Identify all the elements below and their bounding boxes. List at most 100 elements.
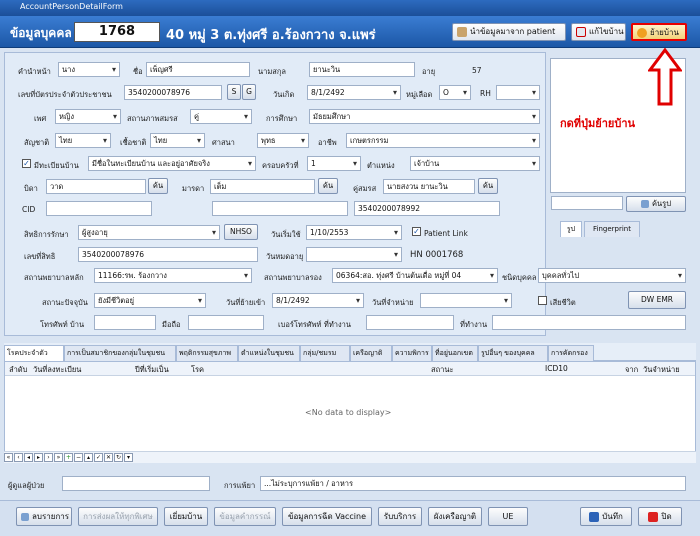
tab-group[interactable]: กลุ่ม/ชมรม: [300, 345, 350, 361]
use-date-input[interactable]: 1/10/2553: [306, 225, 402, 240]
dead-checkbox[interactable]: [538, 296, 547, 305]
discharge-date-input[interactable]: [420, 293, 512, 308]
tab-chronic[interactable]: โรคประจำตัว: [4, 345, 64, 362]
home-visit-button[interactable]: เยี่ยมบ้าน: [164, 507, 208, 526]
rh-select[interactable]: [496, 85, 540, 100]
first-page-icon[interactable]: «: [4, 453, 13, 462]
dob-input[interactable]: 8/1/2492: [307, 85, 401, 100]
filter-icon[interactable]: ▾: [124, 453, 133, 462]
tab-health-behavior[interactable]: พฤติกรรมสุขภาพ: [176, 345, 238, 361]
nhso-button[interactable]: NHSO: [224, 224, 258, 240]
right-select[interactable]: ผู้สูงอายุ: [78, 225, 220, 240]
right-no-input[interactable]: 3540200078976: [78, 247, 258, 262]
add-icon[interactable]: +: [64, 453, 73, 462]
page-title: ข้อมูลบุคคล: [10, 26, 72, 40]
father-input[interactable]: วาด: [46, 179, 146, 194]
last-name-input[interactable]: ยานะวิน: [309, 62, 415, 77]
religion-select[interactable]: พุทธ: [257, 133, 309, 148]
col-status: สถานะ: [431, 365, 454, 374]
import-patient-button[interactable]: นำข้อมูลมาจาก patient: [452, 23, 566, 41]
mother-cid-input[interactable]: [212, 201, 348, 216]
sex-select[interactable]: หญิง: [55, 109, 121, 124]
tab-screening[interactable]: การคัดกรอง: [548, 345, 594, 361]
prefix-select[interactable]: นาง: [58, 62, 120, 77]
race-select[interactable]: ไทย: [150, 133, 205, 148]
mobile-label: มือถือ: [162, 320, 181, 329]
house-reg-checkbox[interactable]: ✓: [22, 159, 31, 168]
remove-icon[interactable]: −: [74, 453, 83, 462]
blood-select[interactable]: O: [439, 85, 471, 100]
save-button[interactable]: บันทึก: [580, 507, 632, 526]
nationality-select[interactable]: ไทย: [55, 133, 111, 148]
tab-photo[interactable]: รูป: [560, 221, 582, 237]
photo-path-input[interactable]: [551, 196, 623, 210]
tab-outside-address[interactable]: ที่อยู่นอกเขต: [432, 345, 478, 361]
tab-relatives[interactable]: เครือญาติ: [350, 345, 392, 361]
send-result-button[interactable]: การส่งผลให้ทุกพิเศษ: [78, 507, 158, 526]
refresh-icon[interactable]: ↻: [114, 453, 123, 462]
lname-label: นามสกุล: [258, 67, 286, 76]
s-button[interactable]: S: [227, 84, 241, 100]
cancel-icon[interactable]: ✕: [104, 453, 113, 462]
tab-other-photos[interactable]: รูปอื่นๆ ของบุคคล: [478, 345, 548, 361]
cid-input[interactable]: 3540200078976: [124, 85, 222, 100]
last-page-icon[interactable]: »: [54, 453, 63, 462]
delete-button[interactable]: ลบรายการ: [16, 507, 72, 526]
find-photo-button[interactable]: ค้นรูป: [626, 196, 686, 212]
mother-input[interactable]: เต็ม: [210, 179, 315, 194]
work-phone-input[interactable]: [366, 315, 454, 330]
window-title: AccountPersonDetailForm: [20, 2, 123, 11]
tab-community-position[interactable]: ตำแหน่งในชุมชน: [238, 345, 300, 361]
spouse-cid-input[interactable]: 3540200078992: [354, 201, 500, 216]
allergy-input[interactable]: ...ไม่ระบุการแพ้ยา / อาหาร: [260, 476, 686, 491]
vaccine-button[interactable]: ข้อมูลการฉีด Vaccine: [282, 507, 372, 526]
main-hospital-select[interactable]: 11166:รพ. ร้องกวาง: [94, 268, 252, 283]
prev-icon[interactable]: ◂: [24, 453, 33, 462]
nation-label: สัญชาติ: [24, 138, 50, 147]
recorder-input[interactable]: [62, 476, 210, 491]
marital-select[interactable]: คู่: [190, 109, 252, 124]
next-page-icon[interactable]: ›: [44, 453, 53, 462]
service-button[interactable]: รับบริการ: [378, 507, 422, 526]
occupation-select[interactable]: เกษตรกรรม: [346, 133, 540, 148]
rh-label: RH: [480, 89, 491, 98]
ue-button[interactable]: UE: [488, 507, 528, 526]
status-select[interactable]: ยังมีชีวิตอยู่: [94, 293, 206, 308]
edu-label: การศึกษา: [266, 114, 298, 123]
edit-house-button[interactable]: แก้ไขบ้าน: [571, 23, 626, 41]
prev-page-icon[interactable]: ‹: [14, 453, 23, 462]
tab-membership[interactable]: การเป็นสมาชิกของกลุ่มในชุมชน: [64, 345, 176, 361]
home-phone-input[interactable]: [94, 315, 156, 330]
find-father-button[interactable]: ค้น: [148, 178, 168, 194]
family-tree-button[interactable]: ผังเครือญาติ: [428, 507, 482, 526]
tab-fingerprint[interactable]: Fingerprint: [584, 221, 640, 237]
first-name-input[interactable]: เพ็ญศรี: [146, 62, 250, 77]
move-house-button[interactable]: ย้ายบ้าน: [631, 23, 687, 41]
position-select[interactable]: เจ้าบ้าน: [410, 156, 540, 171]
expire-date-input[interactable]: [306, 247, 402, 262]
consult-button[interactable]: ข้อมูลคำกรรณ์: [214, 507, 276, 526]
workplace-label: ที่ทำงาน: [460, 320, 488, 329]
workplace-input[interactable]: [492, 315, 686, 330]
spouse-input[interactable]: นายสงวน ยานะวิน: [383, 179, 475, 194]
move-icon: [637, 27, 647, 38]
movein-date-input[interactable]: 8/1/2492: [272, 293, 364, 308]
edit-icon[interactable]: ▴: [84, 453, 93, 462]
confirm-icon[interactable]: ✓: [94, 453, 103, 462]
patient-link-checkbox[interactable]: ✓: [412, 227, 421, 236]
find-spouse-button[interactable]: ค้น: [478, 178, 498, 194]
next-icon[interactable]: ▸: [34, 453, 43, 462]
house-reg-select[interactable]: มีชื่อในทะเบียนบ้าน และอยู่อาศัยจริง: [88, 156, 256, 171]
g-button[interactable]: G: [242, 84, 256, 100]
person-type-select[interactable]: บุคคลทั่วไป: [538, 268, 686, 283]
tab-disability[interactable]: ความพิการ: [392, 345, 432, 361]
sub-hospital-select[interactable]: 06364:สอ. ทุ่งศรี บ้านต้นเดื่อ หมู่ที่ 0…: [332, 268, 498, 283]
dw-emr-button[interactable]: DW EMR: [628, 291, 686, 309]
find-mother-button[interactable]: ค้น: [318, 178, 338, 194]
father-cid-input[interactable]: [46, 201, 152, 216]
family-select[interactable]: 1: [307, 156, 361, 171]
grid-navigator[interactable]: «‹ ◂ ▸ ›» + − ▴ ✓ ✕ ↻ ▾: [4, 451, 696, 463]
close-button[interactable]: ปิด: [638, 507, 682, 526]
mobile-input[interactable]: [188, 315, 264, 330]
education-select[interactable]: มัธยมศึกษา: [309, 109, 540, 124]
